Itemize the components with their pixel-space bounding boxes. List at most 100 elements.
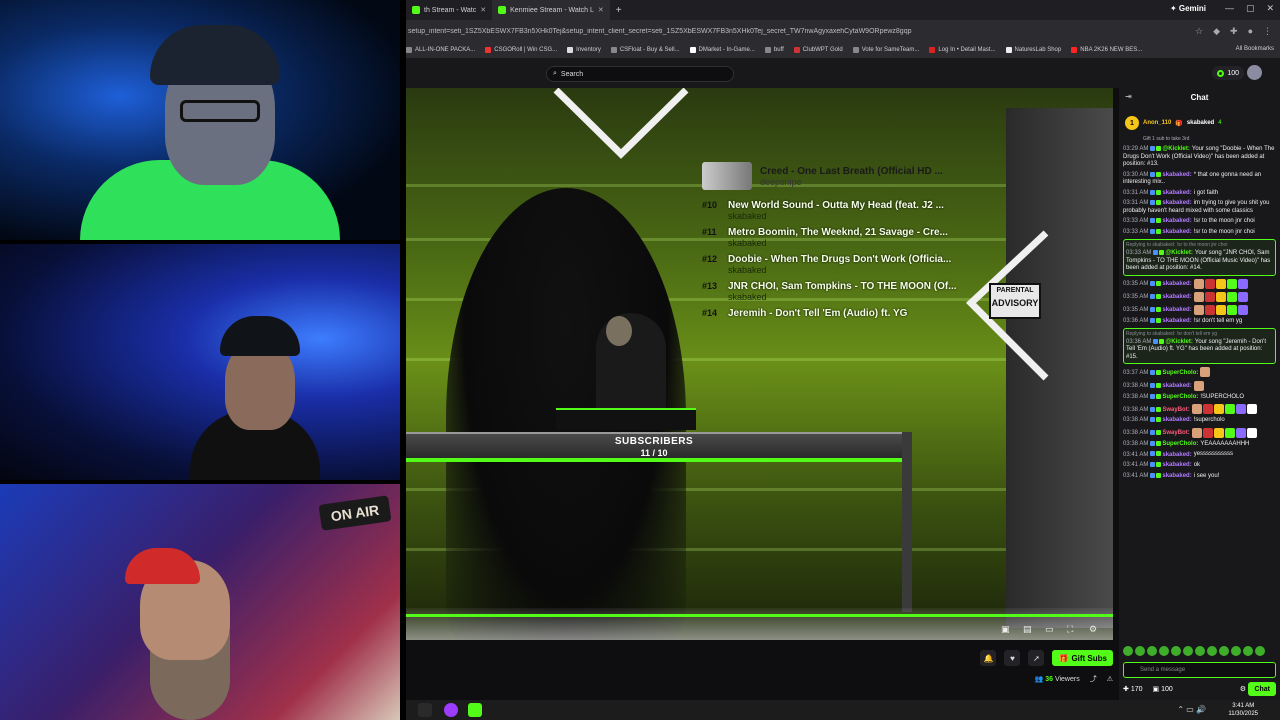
- bookmark-item[interactable]: ALL-IN-ONE PACKA...: [406, 47, 475, 53]
- action-buttons: 🔔 ♥ ➚ 🎁 Gift Subs: [980, 650, 1113, 666]
- quick-emote[interactable]: [1123, 646, 1133, 656]
- tab-stream-2[interactable]: Kenmiee Stream - Watch L ✕: [492, 0, 610, 20]
- message-username[interactable]: skabaked:: [1162, 462, 1191, 468]
- message-username[interactable]: SuperCholo:: [1162, 394, 1198, 400]
- bookmark-item[interactable]: CSGORoll | Win CSG...: [485, 47, 557, 53]
- notification-bell-icon[interactable]: 🔔: [980, 650, 997, 666]
- message-username[interactable]: skabaked:: [1162, 307, 1191, 313]
- message-username[interactable]: SuperCholo:: [1162, 370, 1198, 376]
- message-username[interactable]: @Kicklet:: [1162, 146, 1190, 152]
- maximize-icon[interactable]: ▢: [1246, 3, 1255, 14]
- message-username[interactable]: skabaked:: [1162, 452, 1191, 458]
- clock[interactable]: 3:41 AM 11/30/2025: [1228, 702, 1258, 718]
- points-a[interactable]: ✚ 170: [1123, 685, 1143, 693]
- bookmark-item[interactable]: ClubWPT Gold: [793, 47, 843, 53]
- clip-icon[interactable]: ▤: [1023, 624, 1033, 634]
- search-input[interactable]: ⌕ Search: [546, 66, 734, 82]
- message-username[interactable]: skabaked:: [1162, 218, 1191, 224]
- bookmark-item[interactable]: NaturesLab Shop: [1005, 47, 1061, 53]
- chat-input[interactable]: Send a message: [1123, 662, 1276, 678]
- badge-icon: [1156, 417, 1162, 423]
- avatar[interactable]: [1247, 65, 1262, 80]
- quick-emote[interactable]: [1207, 646, 1217, 656]
- quick-emote[interactable]: [1135, 646, 1145, 656]
- fullscreen-icon[interactable]: ⛶: [1067, 624, 1077, 634]
- share-arrow-icon[interactable]: ➚: [1028, 650, 1045, 666]
- points-badge[interactable]: 100: [1212, 66, 1244, 80]
- menu-icon[interactable]: ⋮: [1263, 26, 1272, 37]
- system-tray[interactable]: ⌃ ▭ 🔊: [1177, 705, 1206, 714]
- tab-stream-1[interactable]: th Stream - Watc ✕: [406, 0, 492, 20]
- minimize-icon[interactable]: —: [1225, 3, 1234, 14]
- gift-leaderboard[interactable]: 1 Anon_110 🎁 skabaked 4: [1125, 110, 1274, 136]
- chat-settings-icon[interactable]: ⚙: [1240, 685, 1246, 693]
- message-username[interactable]: SwayBot:: [1162, 430, 1189, 436]
- bookmark-item[interactable]: Inventory: [567, 47, 601, 53]
- message-username[interactable]: skabaked:: [1162, 294, 1191, 300]
- kick-app-icon[interactable]: [468, 703, 482, 717]
- message-username[interactable]: @Kicklet:: [1165, 339, 1193, 345]
- app-icon[interactable]: [444, 703, 458, 717]
- collapse-chat-icon[interactable]: ⇥: [1125, 92, 1132, 101]
- quick-emote[interactable]: [1183, 646, 1193, 656]
- quick-emote[interactable]: [1243, 646, 1253, 656]
- share-icon[interactable]: ⤴: [1090, 674, 1097, 684]
- message-username[interactable]: skabaked:: [1162, 200, 1191, 206]
- message-time: 03:41 AM: [1123, 462, 1149, 469]
- bookmark-item[interactable]: CSFloat - Buy & Sell...: [610, 47, 680, 53]
- gemini-button[interactable]: ✦ Gemini: [1170, 4, 1206, 13]
- theater-icon[interactable]: ▭: [1045, 624, 1055, 634]
- message-username[interactable]: skabaked:: [1162, 190, 1191, 196]
- points-b[interactable]: ▣ 100: [1153, 685, 1173, 693]
- new-tab-button[interactable]: +: [610, 5, 628, 16]
- close-window-icon[interactable]: ✕: [1266, 3, 1274, 14]
- message-username[interactable]: skabaked:: [1162, 318, 1191, 324]
- message-username[interactable]: skabaked:: [1162, 172, 1191, 178]
- star-icon[interactable]: ☆: [1195, 26, 1203, 37]
- reply-preview[interactable]: Replying to skabaked: !sr don't tell em …: [1126, 331, 1273, 339]
- quick-emote[interactable]: [1159, 646, 1169, 656]
- bookmarks-bar: ALL-IN-ONE PACKA... CSGORoll | Win CSG..…: [406, 42, 1280, 58]
- message-time: 03:35 AM: [1123, 307, 1149, 314]
- gift-subs-button[interactable]: 🎁 Gift Subs: [1052, 650, 1113, 666]
- settings-icon[interactable]: ⚙: [1089, 624, 1099, 634]
- now-playing: Creed - One Last Breath (Official HD ...…: [702, 162, 1042, 190]
- quick-emote[interactable]: [1219, 646, 1229, 656]
- bookmark-item[interactable]: buff: [764, 47, 784, 53]
- puzzle-icon[interactable]: ✚: [1230, 26, 1238, 37]
- quick-emote[interactable]: [1171, 646, 1181, 656]
- message-username[interactable]: SuperCholo:: [1162, 441, 1198, 447]
- message-username[interactable]: skabaked:: [1162, 473, 1191, 479]
- close-icon[interactable]: ✕: [598, 6, 604, 14]
- message-username[interactable]: skabaked:: [1162, 383, 1191, 389]
- dj-head: [606, 316, 632, 346]
- chat-send-button[interactable]: Chat: [1248, 682, 1276, 696]
- quick-emote[interactable]: [1147, 646, 1157, 656]
- chat-message: 03:31 AM skabaked: i got faith: [1123, 189, 1276, 198]
- message-username[interactable]: SwayBot:: [1162, 407, 1189, 413]
- medal-icon: 1: [1125, 116, 1139, 130]
- video-player[interactable]: PARENTAL ADVISORY Creed - One Last Breat…: [406, 88, 1113, 640]
- warning-icon[interactable]: ⚠: [1107, 675, 1113, 683]
- message-username[interactable]: skabaked:: [1162, 281, 1191, 287]
- message-username[interactable]: skabaked:: [1162, 229, 1191, 235]
- message-text: !sr to the moon jnr choi: [1193, 228, 1255, 235]
- message-username[interactable]: @Kicklet:: [1165, 250, 1193, 256]
- bookmark-item[interactable]: Log In • Detail Mast...: [929, 47, 996, 53]
- heart-icon[interactable]: ♥: [1004, 650, 1021, 666]
- message-username[interactable]: skabaked:: [1162, 417, 1191, 423]
- quick-emote[interactable]: [1195, 646, 1205, 656]
- quick-emote[interactable]: [1255, 646, 1265, 656]
- close-icon[interactable]: ✕: [480, 6, 486, 14]
- terminal-icon[interactable]: [418, 703, 432, 717]
- profile-icon[interactable]: ●: [1248, 26, 1253, 37]
- bookmark-item[interactable]: Vote for SameTeam...: [852, 47, 919, 53]
- all-bookmarks-button[interactable]: All Bookmarks: [1236, 46, 1274, 52]
- url-field[interactable]: setup_intent=seti_1SZ5XbESWX7FB3n5XHk0Te…: [406, 28, 1195, 35]
- reply-preview[interactable]: Replying to skabaked: !sr to the moon jn…: [1126, 242, 1273, 250]
- extension-icon[interactable]: ◆: [1213, 26, 1220, 37]
- pip-icon[interactable]: ▣: [1001, 624, 1011, 634]
- bookmark-item[interactable]: NBA 2K26 NEW BES...: [1071, 47, 1142, 53]
- quick-emote[interactable]: [1231, 646, 1241, 656]
- bookmark-item[interactable]: DMarket - In-Game...: [689, 47, 755, 53]
